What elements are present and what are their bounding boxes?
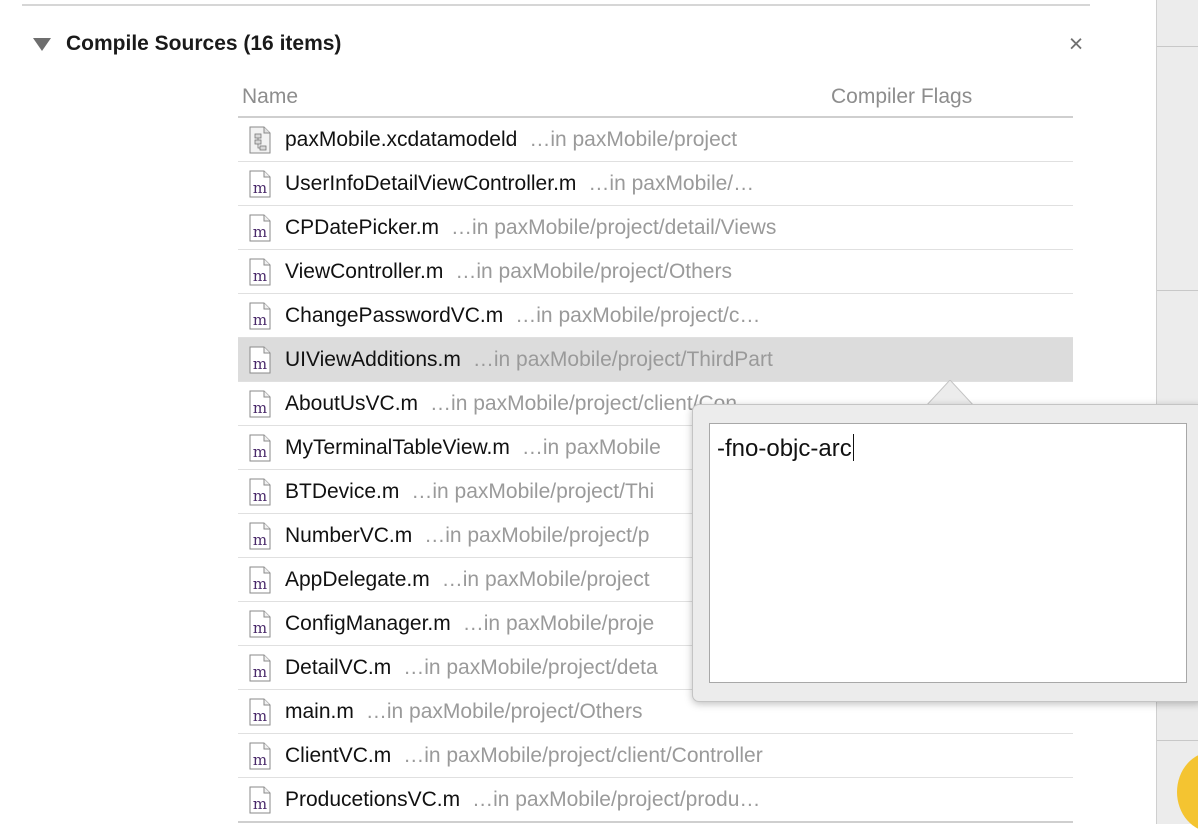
file-name: NumberVC.m [285, 523, 413, 547]
file-path: …in paxMobile/project/Others [365, 699, 643, 723]
file-name: BTDevice.m [285, 479, 400, 503]
file-row[interactable]: m ViewController.m …in paxMobile/project/O… [238, 250, 1073, 294]
file-path: …in paxMobile [521, 435, 661, 459]
svg-text:m: m [253, 399, 267, 417]
file-row[interactable]: paxMobile.xcdatamodeld …in paxMobile/proj… [238, 118, 1073, 162]
file-name: UIViewAdditions.m [285, 347, 461, 371]
file-path: …in paxMobile/project [441, 567, 650, 591]
file-path: …in paxMobile/project/Others [455, 259, 732, 283]
m-file-icon: m [249, 170, 271, 198]
section-title: Compile Sources (16 items) [66, 32, 342, 55]
svg-text:m: m [253, 179, 267, 197]
file-path: …in paxMobile/project/client/Controller [403, 743, 763, 767]
panel-yellow-circle [1177, 752, 1198, 832]
file-path: …in paxMobile/project/produ… [472, 787, 761, 811]
file-path: …in paxMobile/project/deta [403, 655, 658, 679]
close-button[interactable]: × [1063, 30, 1089, 58]
panel-divider [1157, 290, 1198, 291]
file-path: …in paxMobile/project/Thi [411, 479, 655, 503]
file-row[interactable]: m UserInfoDetailViewController.m …in paxMo… [238, 162, 1073, 206]
top-divider [22, 4, 1090, 6]
svg-text:m: m [253, 355, 267, 373]
column-header-name[interactable]: Name [242, 85, 298, 109]
svg-text:m: m [253, 223, 267, 241]
file-name: ClientVC.m [285, 743, 392, 767]
m-file-icon: m [249, 390, 271, 418]
m-file-icon: m [249, 302, 271, 330]
file-path: …in paxMobile/project/client/Con [430, 391, 738, 415]
text-caret [852, 434, 854, 461]
disclosure-triangle-icon[interactable] [33, 37, 51, 51]
m-file-icon: m [249, 478, 271, 506]
file-name: UserInfoDetailViewController.m [285, 171, 577, 195]
compiler-flags-field[interactable]: -fno-objc-arc [709, 423, 1187, 683]
svg-text:m: m [253, 531, 267, 549]
file-name: CPDatePicker.m [285, 215, 440, 239]
compiler-flags-value: -fno-objc-arc [717, 435, 852, 462]
file-row[interactable]: m ProducetionsVC.m …in paxMobile/project/p… [238, 778, 1073, 823]
file-path: …in paxMobile/project/c… [515, 303, 761, 327]
m-file-icon: m [249, 214, 271, 242]
file-path: …in paxMobile/project/detail/Views [451, 215, 777, 239]
m-file-icon: m [249, 786, 271, 814]
svg-text:m: m [253, 663, 267, 681]
svg-text:m: m [253, 575, 267, 593]
m-file-icon: m [249, 566, 271, 594]
popover-arrow [925, 380, 975, 407]
compile-sources-header[interactable]: Compile Sources (16 items) [30, 28, 341, 60]
datamodel-file-icon [249, 126, 271, 154]
file-name: MyTerminalTableView.m [285, 435, 510, 459]
file-row[interactable]: m UIViewAdditions.m …in paxMobile/project/… [238, 338, 1073, 382]
m-file-icon: m [249, 346, 271, 374]
m-file-icon: m [249, 654, 271, 682]
svg-text:m: m [253, 751, 267, 769]
panel-divider [1157, 740, 1198, 741]
file-name: DetailVC.m [285, 655, 392, 679]
column-headers: Name Compiler Flags [238, 80, 1073, 118]
file-path: …in paxMobile/proje [462, 611, 655, 635]
file-path: …in paxMobile/… [588, 171, 755, 195]
svg-text:m: m [253, 311, 267, 329]
svg-text:m: m [253, 267, 267, 285]
file-name: ChangePasswordVC.m [285, 303, 504, 327]
file-name: ViewController.m [285, 259, 444, 283]
file-name: paxMobile.xcdatamodeld [285, 127, 518, 151]
m-file-icon: m [249, 522, 271, 550]
m-file-icon: m [249, 742, 271, 770]
svg-text:m: m [253, 707, 267, 725]
file-row[interactable]: m ClientVC.m …in paxMobile/project/client/… [238, 734, 1073, 778]
file-name: ConfigManager.m [285, 611, 451, 635]
file-name: AboutUsVC.m [285, 391, 419, 415]
file-path: …in paxMobile/project [529, 127, 738, 151]
svg-text:m: m [253, 619, 267, 637]
file-name: AppDelegate.m [285, 567, 430, 591]
file-row[interactable]: m CPDatePicker.m …in paxMobile/project/det… [238, 206, 1073, 250]
m-file-icon: m [249, 698, 271, 726]
column-header-compiler-flags[interactable]: Compiler Flags [831, 85, 972, 109]
svg-text:m: m [253, 487, 267, 505]
m-file-icon: m [249, 610, 271, 638]
m-file-icon: m [249, 434, 271, 462]
file-row[interactable]: m ChangePasswordVC.m …in paxMobile/project… [238, 294, 1073, 338]
file-name: main.m [285, 699, 354, 723]
m-file-icon: m [249, 258, 271, 286]
panel-divider [1157, 46, 1198, 47]
file-path: …in paxMobile/project/ThirdPart [472, 347, 773, 371]
file-name: ProducetionsVC.m [285, 787, 461, 811]
file-path: …in paxMobile/project/p [424, 523, 650, 547]
svg-text:m: m [253, 443, 267, 461]
svg-text:m: m [253, 795, 267, 813]
